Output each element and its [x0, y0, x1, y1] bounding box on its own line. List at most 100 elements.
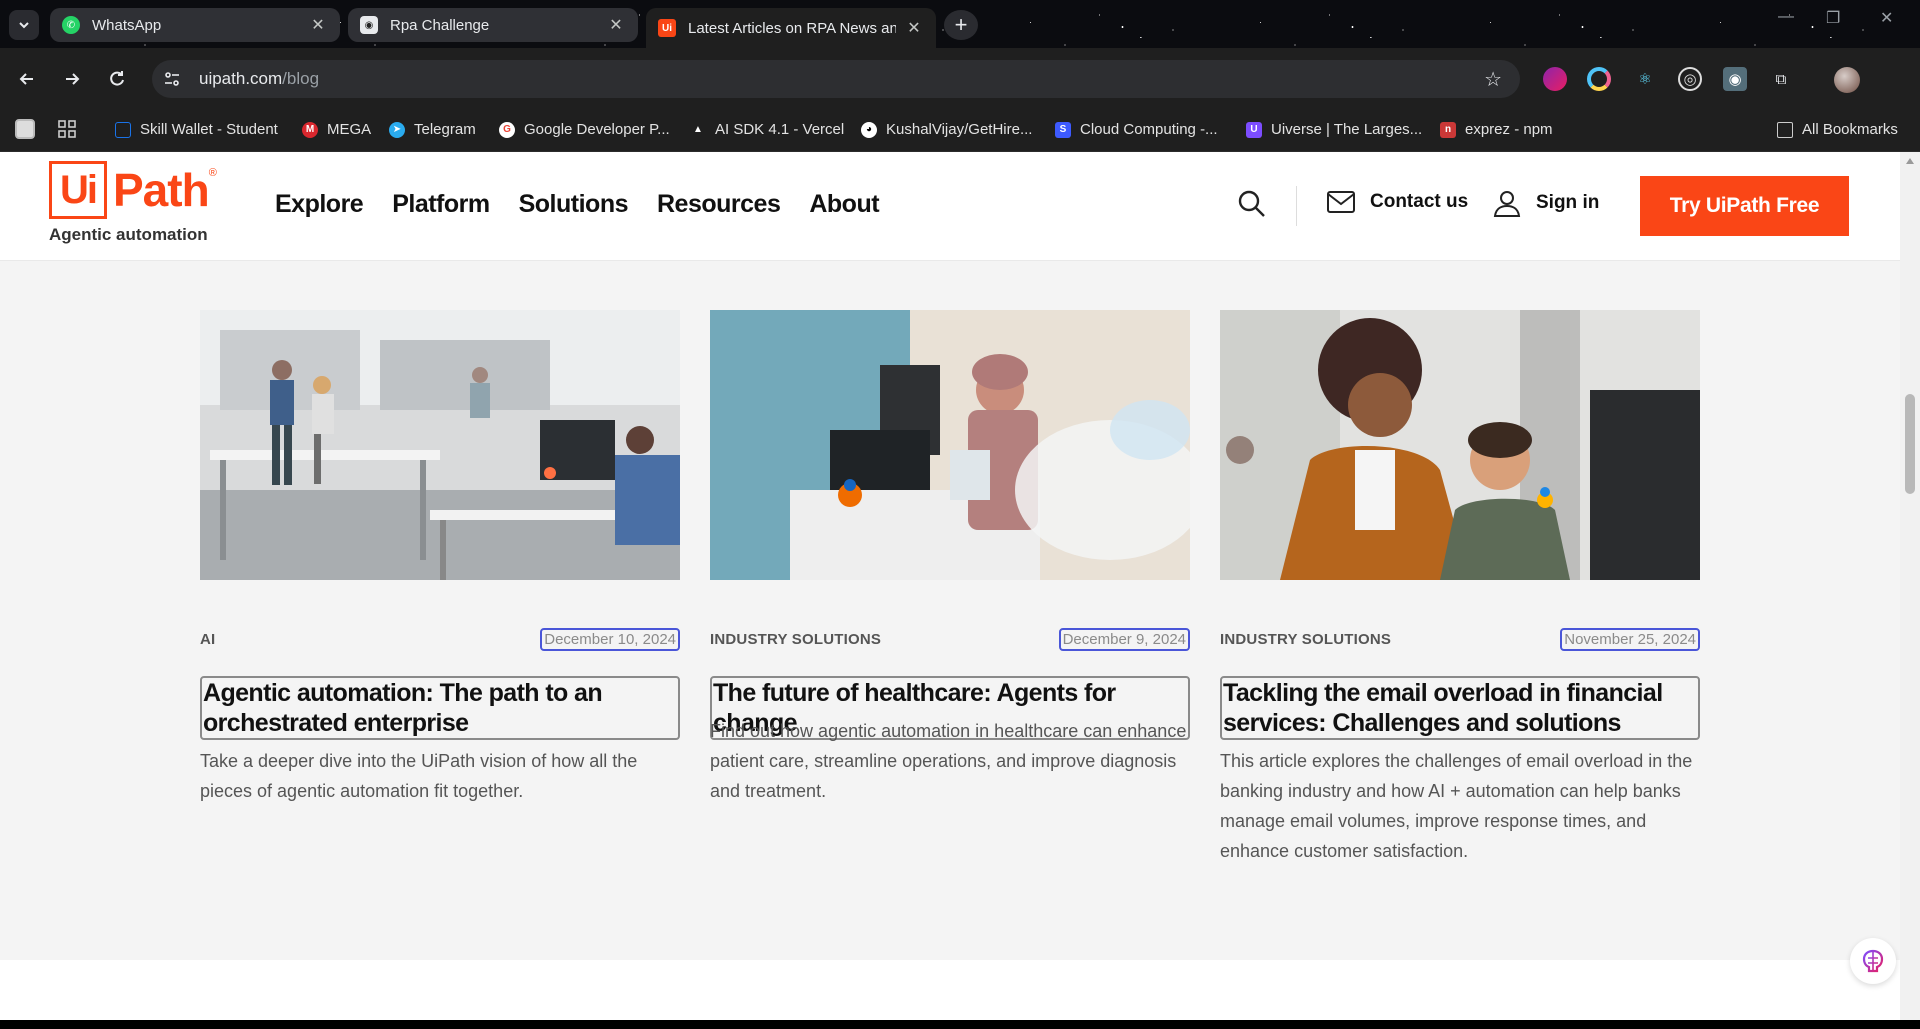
- close-icon[interactable]: ✕: [308, 15, 328, 35]
- nav-platform[interactable]: Platform: [392, 190, 490, 219]
- bookmark-uiverse[interactable]: U Uiverse | The Larges...: [1246, 121, 1422, 138]
- bookmark-label: Skill Wallet - Student: [140, 121, 278, 138]
- site-info-icon[interactable]: [155, 62, 189, 96]
- tab-title: WhatsApp: [92, 16, 162, 34]
- react-devtools-icon[interactable]: ⚛: [1633, 67, 1657, 91]
- back-button[interactable]: [13, 65, 41, 93]
- article-date: November 25, 2024: [1560, 628, 1700, 651]
- page-scrollbar[interactable]: [1900, 152, 1920, 1020]
- brain-extension-icon[interactable]: [1543, 67, 1567, 91]
- new-tab-button[interactable]: +: [944, 10, 978, 40]
- scrollbar-thumb[interactable]: [1905, 394, 1915, 494]
- nav-about[interactable]: About: [809, 190, 879, 219]
- bookmark-star-icon[interactable]: ☆: [1484, 67, 1502, 92]
- tab-rpa-challenge[interactable]: ◉ Rpa Challenge ✕: [348, 8, 638, 42]
- page-viewport: Ui Path ® Agentic automation Explore Pla…: [0, 152, 1920, 1020]
- sign-in-link[interactable]: Sign in: [1492, 188, 1599, 218]
- minimize-icon[interactable]: —: [1778, 8, 1794, 26]
- article-date: December 9, 2024: [1058, 628, 1190, 651]
- tab-uipath-blog[interactable]: Ui Latest Articles on RPA News an ✕: [646, 8, 936, 48]
- npm-icon: n: [1440, 121, 1456, 138]
- article-category[interactable]: INDUSTRY SOLUTIONS: [710, 631, 881, 648]
- article-description: Take a deeper dive into the UiPath visio…: [200, 751, 638, 801]
- article-image-finance-team[interactable]: [1220, 310, 1700, 580]
- article-meta: INDUSTRY SOLUTIONS November 25, 2024: [1220, 628, 1700, 652]
- tab-whatsapp[interactable]: ✆ WhatsApp ✕: [50, 8, 340, 42]
- tab-search-button[interactable]: [9, 10, 39, 40]
- bookmark-cloud-computing[interactable]: S Cloud Computing -...: [1055, 121, 1218, 138]
- article-image-healthcare[interactable]: [710, 310, 1190, 580]
- ai-assistant-button[interactable]: [1850, 938, 1896, 984]
- article-title[interactable]: Agentic automation: The path to an orche…: [200, 676, 680, 740]
- extensions-puzzle-icon[interactable]: ⧉: [1769, 67, 1793, 91]
- brain-icon: [1862, 949, 1884, 973]
- bookmark-npm[interactable]: n exprez - npm: [1440, 121, 1553, 138]
- article-category[interactable]: AI: [200, 631, 215, 648]
- camera-extension-icon[interactable]: ◉: [1723, 67, 1747, 91]
- logo-wordmark: Path: [113, 164, 210, 216]
- logo-ui-mark: Ui: [49, 161, 107, 219]
- contact-us-label: Contact us: [1370, 191, 1469, 212]
- grid-icon[interactable]: [57, 119, 77, 139]
- target-extension-icon[interactable]: ◎: [1678, 67, 1702, 91]
- close-window-icon[interactable]: ✕: [1880, 8, 1893, 28]
- telegram-icon: ➤: [389, 121, 405, 138]
- article-description: This article explores the challenges of …: [1220, 751, 1693, 861]
- bookmark-github[interactable]: ◕ KushalVijay/GetHire...: [861, 121, 1032, 138]
- url-path: /blog: [282, 69, 320, 88]
- reload-button[interactable]: [103, 65, 131, 93]
- address-bar[interactable]: uipath.com/blog ☆: [152, 60, 1520, 98]
- article-card[interactable]: INDUSTRY SOLUTIONS November 25, 2024 Tac…: [1220, 310, 1700, 861]
- mega-icon: M: [302, 121, 318, 138]
- article-image-office[interactable]: [200, 310, 680, 580]
- contact-us-link[interactable]: Contact us: [1326, 190, 1468, 214]
- bookmarks-bar: Skill Wallet - Student M MEGA ➤ Telegram G…: [0, 110, 1920, 152]
- whatsapp-icon: ✆: [62, 16, 80, 34]
- uipath-logo[interactable]: Ui Path ® Agentic automation: [49, 161, 217, 245]
- article-title[interactable]: Tackling the email overload in financial…: [1220, 676, 1700, 740]
- try-uipath-free-button[interactable]: Try UiPath Free: [1640, 176, 1849, 236]
- main-nav: Explore Platform Solutions Resources Abo…: [275, 190, 880, 219]
- all-bookmarks-label: All Bookmarks: [1802, 121, 1898, 138]
- google-icon: G: [499, 121, 515, 138]
- uipath-icon: Ui: [658, 19, 676, 37]
- bookmark-skill-wallet[interactable]: Skill Wallet - Student: [115, 121, 278, 138]
- bookmark-ai-sdk[interactable]: ▲ AI SDK 4.1 - Vercel: [690, 121, 844, 138]
- article-card[interactable]: AI December 10, 2024 Agentic automation:…: [200, 310, 680, 801]
- tab-title: Latest Articles on RPA News an: [688, 19, 896, 37]
- url-host: uipath.com: [199, 69, 283, 88]
- article-category[interactable]: INDUSTRY SOLUTIONS: [1220, 631, 1391, 648]
- nav-explore[interactable]: Explore: [275, 190, 364, 219]
- article-meta: INDUSTRY SOLUTIONS December 9, 2024: [710, 628, 1190, 652]
- bookmark-label: Uiverse | The Larges...: [1271, 121, 1423, 138]
- nav-resources[interactable]: Resources: [657, 190, 781, 219]
- bookmark-google-developer[interactable]: G Google Developer P...: [499, 121, 670, 138]
- bookmark-label: AI SDK 4.1 - Vercel: [715, 121, 845, 138]
- browser-toolbar: uipath.com/blog ☆ ⚛ ◎ ◉ ⧉: [0, 48, 1920, 110]
- profile-avatar[interactable]: [1834, 67, 1860, 93]
- user-icon: [1493, 191, 1521, 217]
- scroll-up-arrow-icon[interactable]: [1906, 158, 1914, 164]
- all-bookmarks[interactable]: All Bookmarks: [1777, 121, 1898, 138]
- bookmark-label: KushalVijay/GetHire...: [886, 121, 1033, 138]
- taskbar-edge: [0, 1020, 1920, 1029]
- close-icon[interactable]: ✕: [606, 15, 626, 35]
- tab-strip: ✆ WhatsApp ✕ ◉ Rpa Challenge ✕ Ui Latest…: [0, 0, 1920, 48]
- robot-icon: ◉: [360, 16, 378, 34]
- bookmark-telegram[interactable]: ➤ Telegram: [389, 121, 476, 138]
- logo-registered-mark: ®: [208, 167, 217, 179]
- url-text[interactable]: uipath.com/blog: [199, 69, 319, 89]
- color-extension-icon[interactable]: [1587, 67, 1611, 91]
- header-divider: [1296, 186, 1297, 226]
- close-icon[interactable]: ✕: [904, 18, 924, 38]
- skill-wallet-icon: [115, 121, 131, 138]
- search-button[interactable]: [1236, 188, 1270, 222]
- bookmark-mega[interactable]: M MEGA: [302, 121, 371, 138]
- mail-icon: [1327, 191, 1355, 213]
- maximize-icon[interactable]: ❐: [1826, 8, 1840, 28]
- nav-solutions[interactable]: Solutions: [519, 190, 629, 219]
- forward-button[interactable]: [58, 65, 86, 93]
- tab-title: Rpa Challenge: [390, 16, 490, 34]
- apps-icon[interactable]: [15, 119, 35, 139]
- article-card[interactable]: INDUSTRY SOLUTIONS December 9, 2024 The …: [710, 310, 1190, 801]
